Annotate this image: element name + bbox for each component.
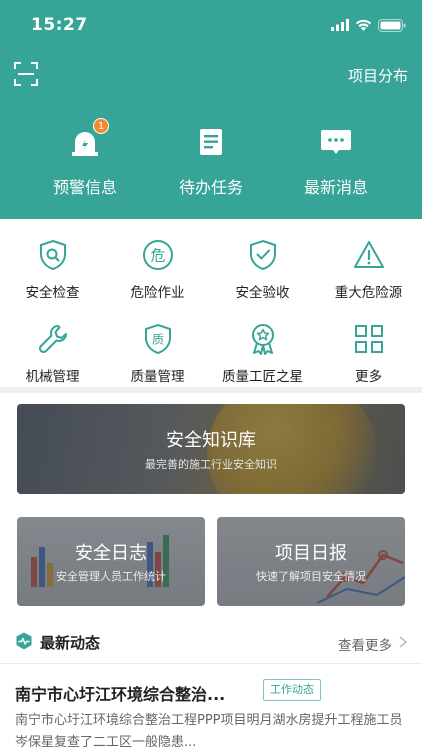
status-time: 15:27: [31, 15, 88, 35]
nav-messages[interactable]: 最新消息: [276, 118, 396, 198]
news-tag: 工作动态: [263, 679, 321, 701]
news-item[interactable]: 南宁市心圩江环境综合整治... 工作动态 南宁市心圩江环境综合整治工程PPP项目…: [0, 664, 422, 750]
signal-icon: [331, 19, 349, 31]
knowledge-base-banner[interactable]: 安全知识库 最完善的施工行业安全知识: [17, 404, 405, 494]
grid-item-quality-star[interactable]: 质量工匠之星: [210, 322, 315, 385]
grid-label: 质量管理: [130, 369, 185, 385]
message-icon: [320, 118, 352, 154]
section-divider: [0, 387, 422, 393]
shield-search-icon: [39, 239, 66, 271]
nav-tasks-label: 待办任务: [178, 178, 243, 197]
grid-label: 机械管理: [25, 369, 80, 385]
card-title: 项目日报: [275, 543, 347, 564]
grid-label: 更多: [355, 369, 382, 385]
function-grid: 安全检查 危 危险作业 安全验收 重大危险源 机械管理 质 质量管理 质量工匠之…: [0, 219, 422, 387]
grid-label: 质量工匠之星: [222, 369, 303, 385]
wifi-icon: [355, 19, 372, 31]
star-medal-icon: [251, 324, 274, 355]
wrench-icon: [38, 325, 67, 354]
quality-glyph: 质: [151, 333, 163, 347]
grid-item-safety-acceptance[interactable]: 安全验收: [210, 238, 315, 301]
grid-item-more[interactable]: 更多: [316, 322, 421, 385]
project-distribution-link[interactable]: 项目分布: [348, 65, 408, 86]
nav-tasks[interactable]: 待办任务: [151, 118, 271, 198]
latest-news-header: 最新动态 查看更多: [0, 618, 422, 664]
card-subtitle: 安全管理人员工作统计: [56, 570, 166, 583]
grid-item-safety-inspection[interactable]: 安全检查: [0, 238, 105, 301]
card-title: 安全日志: [75, 543, 147, 564]
shield-check-icon: [249, 239, 276, 271]
grid-label: 重大危险源: [334, 285, 403, 301]
pulse-shield-icon: [16, 632, 32, 650]
view-more-link[interactable]: 查看更多: [338, 634, 392, 654]
nav-alerts-label: 预警信息: [52, 178, 117, 197]
grid-label: 安全检查: [25, 285, 80, 301]
danger-glyph: 危: [150, 247, 165, 265]
grid-item-quality[interactable]: 质 质量管理: [105, 322, 210, 385]
grid-item-machinery[interactable]: 机械管理: [0, 322, 105, 385]
grid-item-dangerous-work[interactable]: 危 危险作业: [105, 238, 210, 301]
alert-badge: 1: [93, 118, 109, 134]
quality-shield-icon: 质: [144, 323, 171, 355]
news-description: 南宁市心圩江环境综合整治工程PPP项目明月湖水房提升工程施工员岑保星复查了二工区…: [15, 713, 403, 750]
news-title: 南宁市心圩江环境综合整治...: [15, 685, 226, 704]
nav-alerts[interactable]: 1 预警信息: [25, 118, 145, 198]
task-list-icon: [195, 118, 227, 155]
battery-icon: [378, 18, 406, 32]
chevron-right-icon[interactable]: [398, 636, 408, 648]
banner-title: 安全知识库: [166, 430, 256, 451]
warning-triangle-icon: [353, 241, 384, 268]
top-nav: 1 预警信息 待办任务 最新消息: [0, 118, 422, 208]
status-bar: 15:27: [0, 0, 422, 50]
grid-label: 危险作业: [130, 285, 185, 301]
nav-messages-label: 最新消息: [303, 178, 368, 197]
scan-icon[interactable]: [14, 62, 38, 86]
safety-log-card[interactable]: 安全日志 安全管理人员工作统计: [17, 517, 205, 606]
status-icons: [331, 17, 406, 33]
grid-more-icon: [354, 325, 383, 353]
header: 15:27 项目分布 1 预警信息 待办任务 最新消息: [0, 0, 422, 219]
project-daily-card[interactable]: 项目日报 快速了解项目安全情况: [217, 517, 405, 606]
alarm-icon: 1: [69, 118, 109, 156]
card-subtitle: 快速了解项目安全情况: [256, 570, 366, 583]
banner-subtitle: 最完善的施工行业安全知识: [145, 458, 277, 471]
grid-item-major-hazard[interactable]: 重大危险源: [316, 238, 421, 301]
danger-icon: 危: [142, 240, 173, 270]
grid-label: 安全验收: [235, 285, 290, 301]
section-title: 最新动态: [40, 634, 101, 652]
